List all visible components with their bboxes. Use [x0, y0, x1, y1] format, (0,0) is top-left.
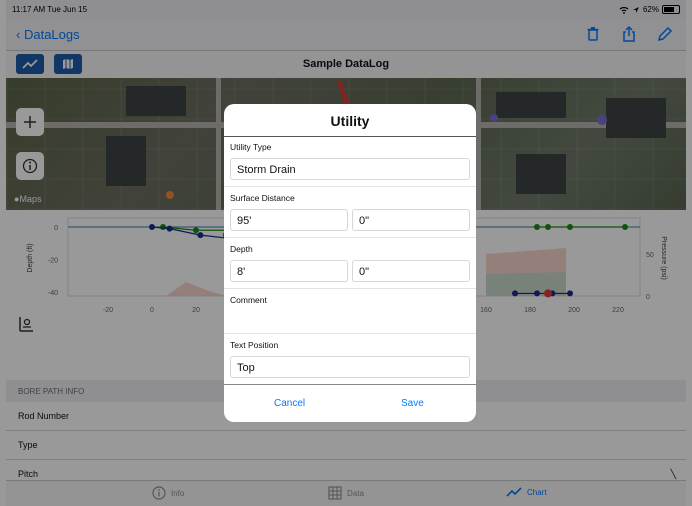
divider: [224, 186, 476, 187]
utility-type-label: Utility Type: [230, 142, 272, 152]
depth-label: Depth: [230, 244, 253, 254]
save-button[interactable]: Save: [401, 398, 424, 409]
depth-feet-field[interactable]: 8': [230, 260, 348, 282]
surface-distance-inches-field[interactable]: 0": [352, 209, 470, 231]
utility-dialog: Utility Utility Type Storm Drain Surface…: [224, 104, 476, 422]
surface-distance-feet-field[interactable]: 95': [230, 209, 348, 231]
dialog-title: Utility: [224, 104, 476, 137]
divider: [224, 237, 476, 238]
comment-label: Comment: [230, 295, 267, 305]
utility-type-field[interactable]: Storm Drain: [230, 158, 470, 180]
cancel-button[interactable]: Cancel: [274, 398, 305, 409]
surface-distance-label: Surface Distance: [230, 193, 295, 203]
divider: [224, 384, 476, 385]
divider: [224, 288, 476, 289]
text-position-field[interactable]: Top: [230, 356, 470, 378]
depth-inches-field[interactable]: 0": [352, 260, 470, 282]
comment-field[interactable]: [230, 308, 470, 332]
text-position-label: Text Position: [230, 340, 279, 350]
divider: [224, 333, 476, 334]
